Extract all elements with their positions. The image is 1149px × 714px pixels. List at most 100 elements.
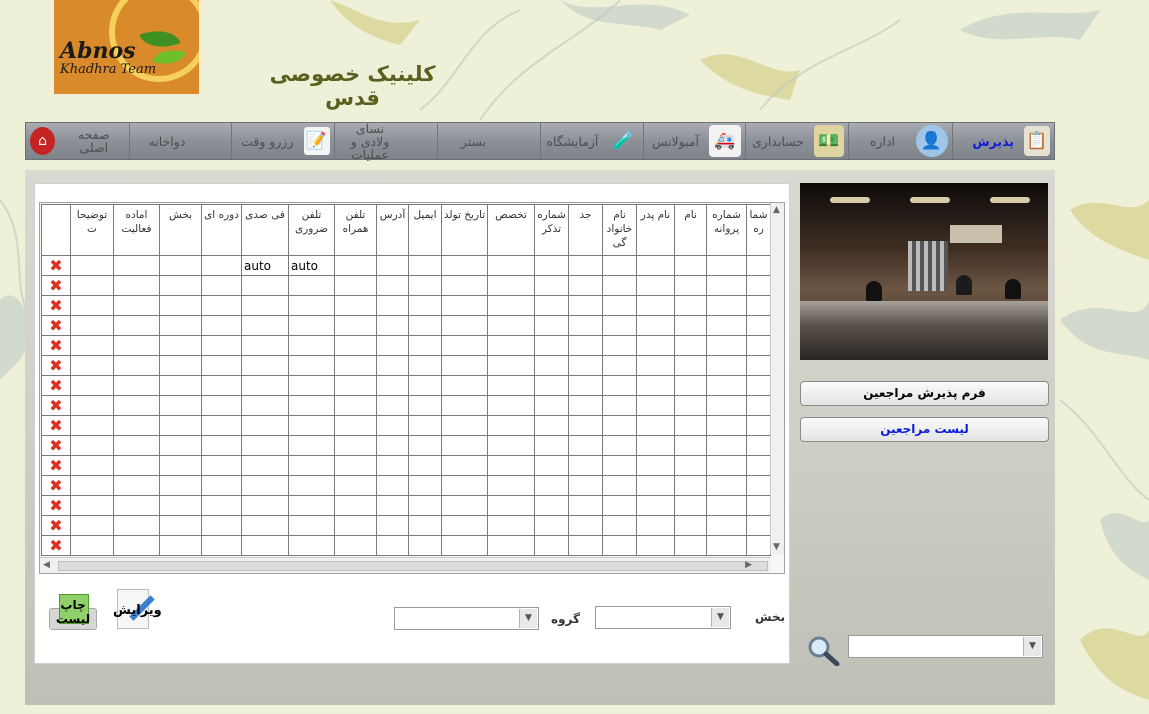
delete-icon[interactable]: ✖ <box>49 377 62 394</box>
grid-cell[interactable] <box>602 515 637 536</box>
grid-cell[interactable] <box>441 515 488 536</box>
grid-cell[interactable] <box>602 455 637 476</box>
grid-cell[interactable] <box>487 435 535 456</box>
nav-item-obstetrics[interactable]: نسای ولادی و عملیات <box>333 122 438 161</box>
grid-cell[interactable] <box>534 255 569 276</box>
section-dropdown[interactable]: ▼ <box>595 606 731 629</box>
grid-cell[interactable] <box>441 375 488 396</box>
delete-row-cell[interactable]: ✖ <box>41 435 71 456</box>
grid-cell[interactable] <box>408 455 442 476</box>
grid-cell[interactable] <box>159 435 202 456</box>
table-row[interactable]: auto auto ✖ <box>41 255 771 276</box>
grid-cell[interactable] <box>602 495 637 516</box>
delete-icon[interactable]: ✖ <box>49 477 62 494</box>
grid-cell[interactable] <box>159 355 202 376</box>
grid-cell[interactable] <box>113 515 160 536</box>
delete-icon[interactable]: ✖ <box>49 537 62 554</box>
grid-cell[interactable] <box>241 435 289 456</box>
grid-cell[interactable] <box>706 255 747 276</box>
column-header[interactable]: شماره پروانه <box>706 204 747 256</box>
grid-cell[interactable] <box>487 375 535 396</box>
grid-cell[interactable] <box>408 275 442 296</box>
grid-cell[interactable] <box>288 355 335 376</box>
delete-row-cell[interactable]: ✖ <box>41 335 71 356</box>
grid-cell[interactable] <box>674 335 707 356</box>
grid-cell[interactable] <box>408 415 442 436</box>
grid-cell[interactable] <box>159 335 202 356</box>
chevron-down-icon[interactable]: ▼ <box>519 609 537 628</box>
grid-cell[interactable] <box>334 535 377 556</box>
grid-cell[interactable] <box>376 395 409 416</box>
table-row[interactable]: ✖ <box>41 535 771 556</box>
grid-cell[interactable] <box>487 255 535 276</box>
delete-icon[interactable]: ✖ <box>49 317 62 334</box>
table-row[interactable]: ✖ <box>41 315 771 336</box>
grid-cell[interactable] <box>70 435 114 456</box>
grid-cell[interactable] <box>706 495 747 516</box>
grid-cell[interactable] <box>334 415 377 436</box>
table-row[interactable]: ✖ <box>41 455 771 476</box>
grid-cell[interactable] <box>746 335 771 356</box>
grid-cell[interactable] <box>334 255 377 276</box>
grid-cell[interactable] <box>241 475 289 496</box>
grid-cell[interactable] <box>376 295 409 316</box>
grid-cell[interactable] <box>441 535 488 556</box>
delete-row-cell[interactable]: ✖ <box>41 355 71 376</box>
grid-cell[interactable] <box>441 335 488 356</box>
grid-cell[interactable] <box>706 515 747 536</box>
grid-cell[interactable] <box>674 255 707 276</box>
table-row[interactable]: ✖ <box>41 295 771 316</box>
grid-cell[interactable] <box>441 395 488 416</box>
grid-cell[interactable] <box>534 415 569 436</box>
grid-cell[interactable] <box>408 375 442 396</box>
delete-row-cell[interactable]: ✖ <box>41 315 71 336</box>
grid-cell[interactable] <box>602 315 637 336</box>
grid-cell[interactable] <box>408 435 442 456</box>
grid-cell[interactable] <box>376 335 409 356</box>
grid-cell[interactable] <box>602 415 637 436</box>
delete-icon[interactable]: ✖ <box>49 437 62 454</box>
grid-cell[interactable] <box>334 515 377 536</box>
grid-cell[interactable] <box>602 255 637 276</box>
vertical-scrollbar[interactable]: ▲ ▼ <box>770 203 784 554</box>
column-header[interactable]: فی صدی <box>241 204 289 256</box>
grid-cell[interactable] <box>376 355 409 376</box>
grid-cell[interactable] <box>602 475 637 496</box>
grid-cell[interactable] <box>441 455 488 476</box>
column-header[interactable]: جد <box>568 204 603 256</box>
grid-cell[interactable] <box>201 495 242 516</box>
delete-row-cell[interactable]: ✖ <box>41 475 71 496</box>
grid-cell[interactable] <box>441 475 488 496</box>
grid-cell[interactable] <box>201 255 242 276</box>
grid-cell[interactable] <box>159 535 202 556</box>
grid-cell[interactable] <box>408 335 442 356</box>
grid-cell[interactable] <box>636 515 675 536</box>
grid-cell[interactable] <box>159 415 202 436</box>
grid-cell[interactable] <box>159 495 202 516</box>
grid-cell[interactable] <box>159 295 202 316</box>
grid-cell[interactable] <box>70 415 114 436</box>
grid-cell[interactable] <box>602 335 637 356</box>
grid-cell[interactable] <box>534 515 569 536</box>
grid-cell[interactable] <box>334 435 377 456</box>
edit-button[interactable]: ویرایش <box>113 589 162 633</box>
grid-cell[interactable] <box>376 435 409 456</box>
grid-cell[interactable] <box>534 355 569 376</box>
grid-cell[interactable] <box>534 435 569 456</box>
grid-cell[interactable] <box>534 275 569 296</box>
delete-row-cell[interactable]: ✖ <box>41 535 71 556</box>
grid-cell[interactable] <box>706 415 747 436</box>
grid-cell[interactable] <box>408 395 442 416</box>
scroll-down-icon[interactable]: ▼ <box>773 542 780 552</box>
grid-cell[interactable] <box>636 335 675 356</box>
grid-cell[interactable] <box>201 315 242 336</box>
grid-cell[interactable] <box>113 535 160 556</box>
grid-cell[interactable] <box>113 495 160 516</box>
grid-cell[interactable] <box>408 495 442 516</box>
grid-cell[interactable] <box>706 475 747 496</box>
grid-cell[interactable] <box>568 375 603 396</box>
grid-cell[interactable] <box>636 355 675 376</box>
delete-icon[interactable]: ✖ <box>49 277 62 294</box>
grid-cell[interactable] <box>534 315 569 336</box>
grid-cell[interactable] <box>568 255 603 276</box>
